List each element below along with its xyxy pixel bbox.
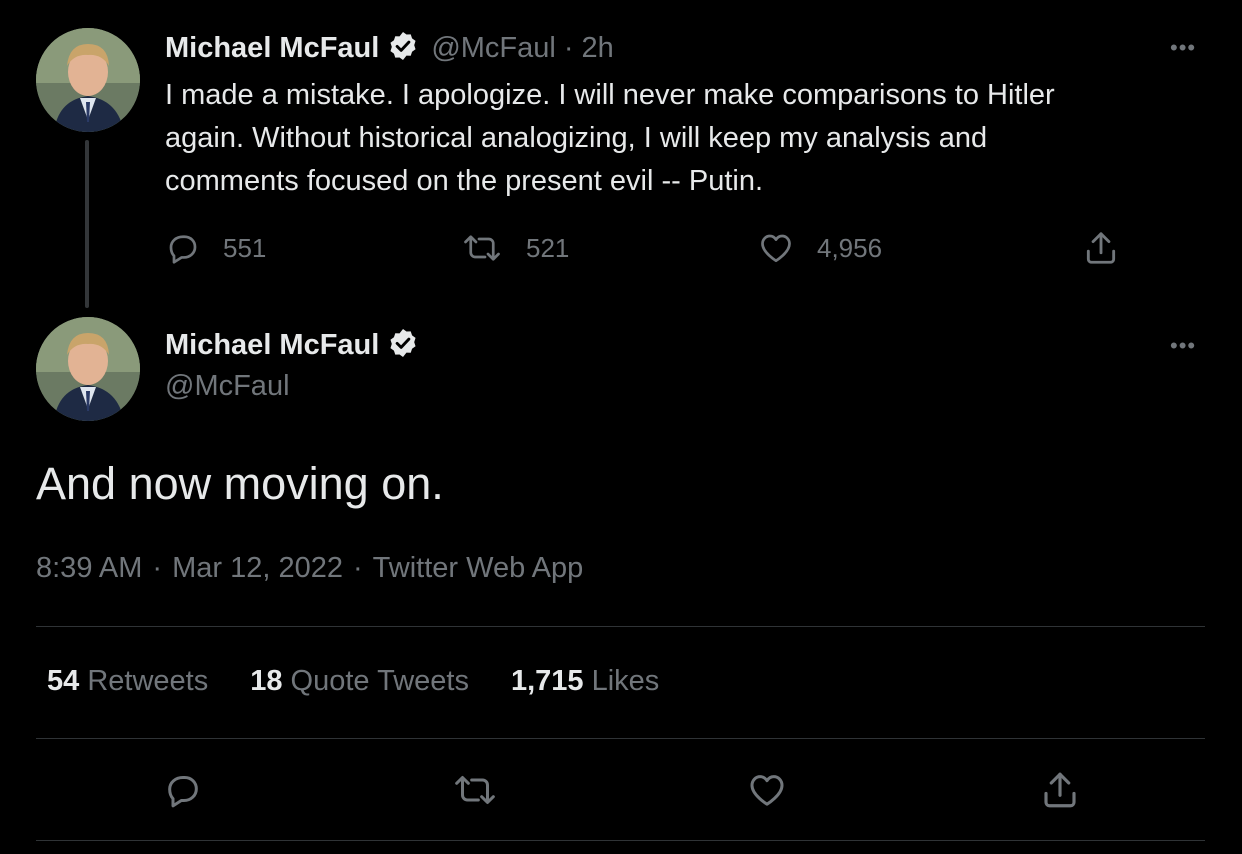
share-button[interactable] bbox=[1082, 229, 1120, 267]
display-name[interactable]: Michael McFaul bbox=[165, 32, 379, 65]
retweet-button[interactable]: 521 bbox=[460, 230, 569, 266]
handle[interactable]: @McFaul bbox=[431, 32, 556, 65]
likes-stat[interactable]: 1,715 Likes bbox=[511, 665, 659, 698]
thread-line bbox=[85, 140, 89, 308]
likes-label: Likes bbox=[591, 665, 660, 697]
tweet-source[interactable]: Twitter Web App bbox=[373, 552, 584, 585]
like-button[interactable] bbox=[746, 770, 788, 810]
tweet-text-line: comments focused on the present evil -- … bbox=[165, 165, 764, 197]
quote-tweets-count: 18 bbox=[250, 665, 283, 697]
engagement-stats: 54 Retweets 18 Quote Tweets 1,715 Likes bbox=[47, 665, 659, 698]
verified-badge-icon bbox=[387, 327, 419, 364]
retweets-count: 54 bbox=[47, 665, 80, 697]
more-options-button[interactable]: ••• bbox=[1170, 335, 1196, 357]
retweets-label: Retweets bbox=[87, 665, 209, 697]
reply-icon bbox=[163, 770, 203, 810]
more-options-button[interactable]: ••• bbox=[1170, 37, 1196, 59]
display-name[interactable]: Michael McFaul bbox=[165, 329, 379, 362]
like-count: 4,956 bbox=[817, 232, 883, 263]
divider bbox=[36, 840, 1205, 841]
reply-icon bbox=[165, 230, 201, 266]
parent-tweet-header: Michael McFaul @McFaul · 2h bbox=[165, 30, 614, 67]
tweet-text: And now moving on. bbox=[36, 458, 444, 509]
retweet-icon bbox=[451, 770, 499, 810]
like-icon bbox=[746, 770, 788, 810]
avatar[interactable] bbox=[36, 317, 140, 421]
likes-count: 1,715 bbox=[510, 665, 584, 697]
quote-tweets-stat[interactable]: 18 Quote Tweets bbox=[250, 665, 469, 698]
tweet-time[interactable]: 8:39 AM bbox=[36, 552, 142, 585]
tweet-text-line: I made a mistake. I apologize. I will ne… bbox=[165, 79, 1055, 111]
retweet-count: 521 bbox=[526, 232, 570, 263]
reply-count: 551 bbox=[223, 232, 267, 263]
tweet-date[interactable]: Mar 12, 2022 bbox=[172, 552, 343, 585]
handle[interactable]: @McFaul bbox=[165, 370, 290, 403]
reply-button[interactable] bbox=[163, 770, 203, 810]
share-icon bbox=[1039, 769, 1081, 811]
retweet-button[interactable] bbox=[451, 770, 499, 810]
retweets-stat[interactable]: 54 Retweets bbox=[47, 665, 208, 698]
verified-badge-icon bbox=[387, 30, 419, 67]
avatar[interactable] bbox=[36, 28, 140, 132]
tweet-meta: 8:39 AM · Mar 12, 2022 · Twitter Web App bbox=[36, 552, 583, 585]
separator-dot: · bbox=[352, 552, 363, 584]
timestamp[interactable]: 2h bbox=[582, 32, 614, 65]
share-icon bbox=[1082, 229, 1120, 267]
reply-button[interactable]: 551 bbox=[165, 230, 266, 266]
tweet-text: I made a mistake. I apologize. I will ne… bbox=[165, 74, 1195, 203]
retweet-icon bbox=[460, 230, 504, 266]
separator-dot: · bbox=[563, 32, 574, 64]
tweet-text-line: again. Without historical analogizing, I… bbox=[165, 122, 988, 154]
quote-tweets-label: Quote Tweets bbox=[290, 665, 469, 697]
divider bbox=[36, 626, 1205, 627]
divider bbox=[36, 738, 1205, 739]
share-button[interactable] bbox=[1039, 769, 1081, 811]
main-tweet-header: Michael McFaul bbox=[165, 327, 419, 364]
separator-dot: · bbox=[152, 552, 163, 584]
like-button[interactable]: 4,956 bbox=[757, 230, 882, 266]
like-icon bbox=[757, 230, 795, 266]
